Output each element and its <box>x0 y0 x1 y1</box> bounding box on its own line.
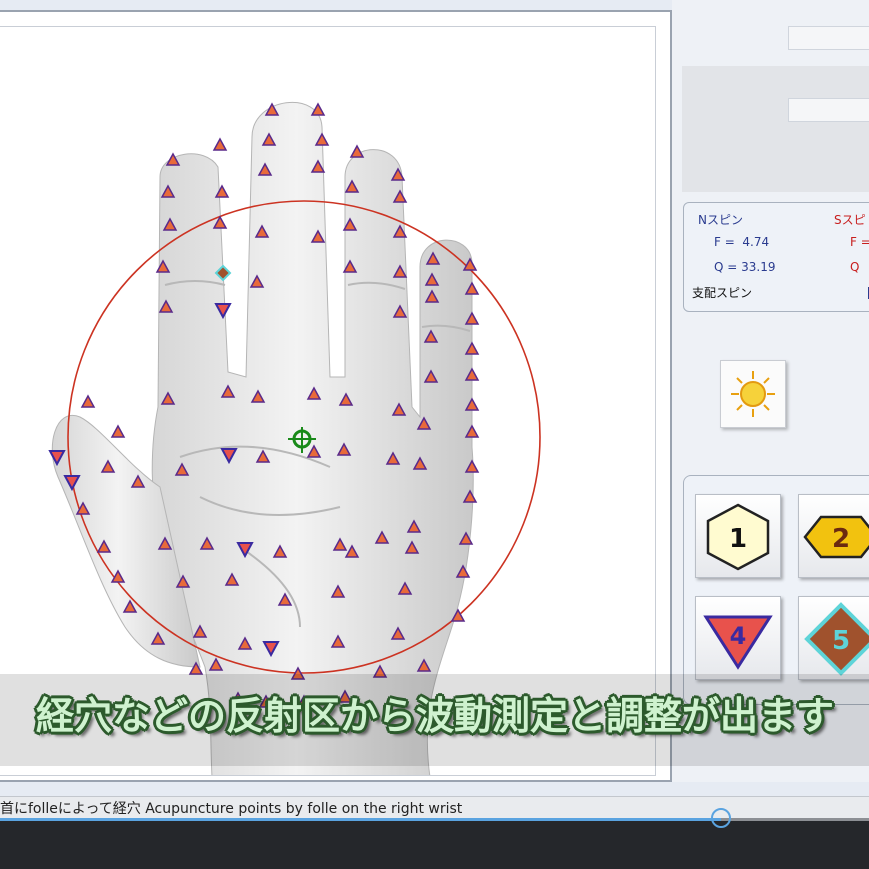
type-4-label: 4 <box>730 622 747 650</box>
acupuncture-point[interactable] <box>349 144 365 158</box>
n-spin-label: Nスピン <box>698 213 743 227</box>
video-controls <box>0 821 869 869</box>
s-spin-f-value: F = <box>850 235 869 249</box>
type-4-button[interactable]: 4 <box>695 596 781 680</box>
diamond-5-icon: 5 <box>804 602 869 676</box>
second-input-bar[interactable] <box>788 98 869 122</box>
top-input-bar[interactable] <box>788 26 869 50</box>
n-spin-q-value: Q = 33.19 <box>714 260 776 274</box>
hand-canvas-panel <box>0 10 672 782</box>
acupuncture-point[interactable] <box>80 394 96 408</box>
hand-canvas[interactable] <box>0 26 656 776</box>
s-spin-q-value: Q <box>850 260 860 274</box>
type-5-button[interactable]: 5 <box>798 596 869 680</box>
application-window: Nスピン Sスピ F = 4.74 F = Q = 33.19 Q 支配スピン … <box>0 0 869 869</box>
top-gray-block <box>682 66 869 192</box>
acupuncture-point[interactable] <box>110 424 126 438</box>
hexagon-1-icon: 1 <box>706 503 770 571</box>
s-spin-label: Sスピ <box>834 213 866 227</box>
n-spin-f-value: F = 4.74 <box>714 235 770 249</box>
spin-panel: Nスピン Sスピ F = 4.74 F = Q = 33.19 Q 支配スピン <box>683 202 869 312</box>
caption-text: 経穴などの反射区から波動測定と調整が出ます <box>36 694 835 738</box>
acupuncture-point[interactable] <box>212 137 228 151</box>
type-2-label: 2 <box>832 524 850 554</box>
sun-icon <box>731 371 775 417</box>
hand-diagram <box>48 101 541 775</box>
type-5-label: 5 <box>832 626 850 656</box>
progress-fill <box>0 818 722 821</box>
type-2-button[interactable]: 2 <box>798 494 869 578</box>
hexagon-2-icon: 2 <box>803 515 869 559</box>
sun-button[interactable] <box>720 360 786 428</box>
type-1-button[interactable]: 1 <box>695 494 781 578</box>
dominant-spin-label: 支配スピン <box>692 286 753 300</box>
triangle-down-4-icon: 4 <box>703 615 773 670</box>
type-1-label: 1 <box>729 524 747 554</box>
status-text: 首にfolleによって経穴 Acupuncture points by foll… <box>0 801 463 817</box>
